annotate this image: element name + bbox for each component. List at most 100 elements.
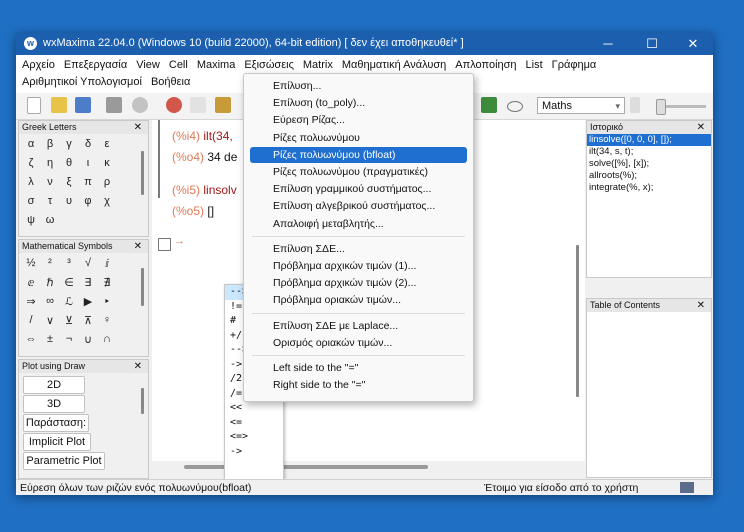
symbol-button[interactable]: τ xyxy=(42,195,58,207)
cell-bracket[interactable] xyxy=(158,120,160,198)
menu-item[interactable]: Απλοποίηση xyxy=(455,57,516,73)
symbol-button[interactable]: α xyxy=(23,138,39,150)
symbol-button[interactable]: η xyxy=(42,157,58,169)
menu-item[interactable]: Επίλυση αλγεβρικού συστήματος... xyxy=(250,198,467,214)
plot-2d-button[interactable]: 2D xyxy=(23,376,85,394)
menu-item[interactable]: List xyxy=(526,57,543,73)
anim-play-icon[interactable] xyxy=(630,97,640,113)
autocomplete-item[interactable]: <= xyxy=(225,416,283,431)
menu-item[interactable]: Ρίζες πολυωνύμου xyxy=(250,130,467,146)
worksheet-scrollbar[interactable] xyxy=(576,245,579,397)
copy-icon[interactable] xyxy=(190,97,206,113)
symbol-button[interactable]: ∩ xyxy=(99,333,115,345)
symbol-button[interactable]: ∃ xyxy=(80,276,96,289)
symbol-button[interactable]: ▶ xyxy=(80,295,96,308)
history-item[interactable]: integrate(%, x); xyxy=(587,182,711,194)
menu-item[interactable]: Επίλυση ΣΔΕ... xyxy=(250,241,467,257)
symbol-button[interactable]: ν xyxy=(42,176,58,188)
hide-icon[interactable] xyxy=(507,101,523,112)
menu-item[interactable]: Εύρεση Ρίζας... xyxy=(250,112,467,128)
menu-item[interactable]: Maxima xyxy=(197,57,236,73)
minimize-button[interactable]: ─ xyxy=(586,33,630,55)
symbol-button[interactable]: γ xyxy=(61,138,77,150)
menu-item[interactable]: Επίλυση ΣΔΕ με Laplace... xyxy=(250,318,467,334)
expression-button[interactable]: Παράσταση: xyxy=(23,414,89,432)
plot-3d-button[interactable]: 3D xyxy=(23,395,85,413)
pane-close-icon[interactable]: ✕ xyxy=(134,240,142,253)
menu-item[interactable]: Απαλοιφή μεταβλητής... xyxy=(250,216,467,232)
symbol-button[interactable]: ⊻ xyxy=(61,314,77,327)
symbol-button[interactable]: π xyxy=(80,176,96,188)
symbol-button[interactable]: δ xyxy=(80,138,96,150)
pane-close-icon[interactable]: ✕ xyxy=(697,121,705,134)
symbol-button[interactable]: ⇒ xyxy=(23,295,39,308)
symbol-button[interactable]: ⇔ xyxy=(23,333,39,345)
autocomplete-item[interactable]: -> xyxy=(225,445,283,460)
symbol-button[interactable]: ∄ xyxy=(99,276,115,289)
paste-icon[interactable] xyxy=(215,97,231,113)
close-button[interactable]: ✕ xyxy=(671,33,713,55)
pane-close-icon[interactable]: ✕ xyxy=(134,121,142,134)
symbol-button[interactable]: σ xyxy=(23,195,39,207)
implicit-plot-button[interactable]: Implicit Plot xyxy=(23,433,91,451)
cell-bracket-icon[interactable] xyxy=(158,238,171,251)
menu-item[interactable]: Βοήθεια xyxy=(151,74,190,90)
menu-item[interactable]: Ρίζες πολυωνύμου (πραγματικές) xyxy=(250,164,467,180)
symbol-button[interactable]: ρ xyxy=(99,176,115,188)
menu-item[interactable]: Επίλυση... xyxy=(250,78,467,94)
symbol-button[interactable]: ∪ xyxy=(80,333,96,346)
pane-close-icon[interactable]: ✕ xyxy=(697,299,705,312)
input-text[interactable]: ilt(34, xyxy=(203,129,232,143)
open-folder-icon[interactable] xyxy=(51,97,67,113)
symbol-button[interactable]: φ xyxy=(80,195,96,207)
horizontal-scrollbar[interactable] xyxy=(184,465,428,469)
input-text[interactable]: linsolv xyxy=(203,183,236,197)
title-bar[interactable]: w wxMaxima 22.04.0 (Windows 10 (build 22… xyxy=(16,33,713,55)
symbol-button[interactable]: ♀ xyxy=(99,314,115,326)
menu-item[interactable]: Πρόβλημα αρχικών τιμών (1)... xyxy=(250,258,467,274)
step-icon[interactable] xyxy=(481,97,497,113)
menu-item[interactable]: Matrix xyxy=(303,57,333,73)
symbol-button[interactable]: β xyxy=(42,138,58,150)
symbol-button[interactable]: χ xyxy=(99,195,115,207)
symbol-button[interactable]: ² xyxy=(42,257,58,269)
slider-knob[interactable] xyxy=(656,99,666,115)
menu-item[interactable]: Επεξεργασία xyxy=(64,57,127,73)
autocomplete-item[interactable]: << xyxy=(225,401,283,416)
scrollbar[interactable] xyxy=(141,268,144,306)
symbol-button[interactable]: ε xyxy=(99,138,115,150)
math-mode-select[interactable]: Maths ▾ xyxy=(537,97,625,114)
scrollbar[interactable] xyxy=(141,151,144,195)
symbol-button[interactable]: / xyxy=(23,314,39,326)
menu-item[interactable]: Ρίζες πολυωνύμου (bfloat) xyxy=(250,146,467,163)
symbol-button[interactable]: ξ xyxy=(61,176,77,188)
menu-item[interactable]: Εξισώσεις xyxy=(244,57,294,73)
menu-item[interactable]: Right side to the "=" xyxy=(250,377,467,393)
symbol-button[interactable]: ± xyxy=(42,333,58,345)
print-icon[interactable] xyxy=(106,97,122,113)
symbol-button[interactable]: θ xyxy=(61,157,77,169)
symbol-button[interactable]: ⅈ xyxy=(99,257,115,270)
menu-item[interactable]: Cell xyxy=(169,57,188,73)
menu-item[interactable]: Πρόβλημα οριακών τιμών... xyxy=(250,292,467,308)
pane-close-icon[interactable]: ✕ xyxy=(134,360,142,373)
maximize-button[interactable]: ☐ xyxy=(630,33,674,55)
symbol-button[interactable]: ³ xyxy=(61,257,77,269)
symbol-button[interactable]: ℒ xyxy=(61,295,77,308)
symbol-button[interactable]: υ xyxy=(61,195,77,207)
symbol-button[interactable]: ℏ xyxy=(42,276,58,289)
symbol-button[interactable]: ¬ xyxy=(61,333,77,345)
symbol-button[interactable]: ⅇ xyxy=(23,276,39,289)
history-item[interactable]: ilt(34, s, t); xyxy=(587,146,711,158)
scrollbar[interactable] xyxy=(141,388,144,414)
symbol-button[interactable]: √ xyxy=(80,257,96,269)
menu-item[interactable]: Αριθμητικοί Υπολογισμοί xyxy=(22,74,142,90)
save-icon[interactable] xyxy=(75,97,91,113)
menu-item[interactable]: Ορισμός οριακών τιμών... xyxy=(250,335,467,351)
menu-item[interactable]: Επίλυση (to_poly)... xyxy=(250,95,467,111)
menu-item[interactable]: Αρχείο xyxy=(22,57,55,73)
parametric-plot-button[interactable]: Parametric Plot xyxy=(23,452,105,470)
history-item[interactable]: solve([%], [x]); xyxy=(587,158,711,170)
animation-slider[interactable] xyxy=(656,99,706,115)
autocomplete-item[interactable]: <=> xyxy=(225,430,283,445)
